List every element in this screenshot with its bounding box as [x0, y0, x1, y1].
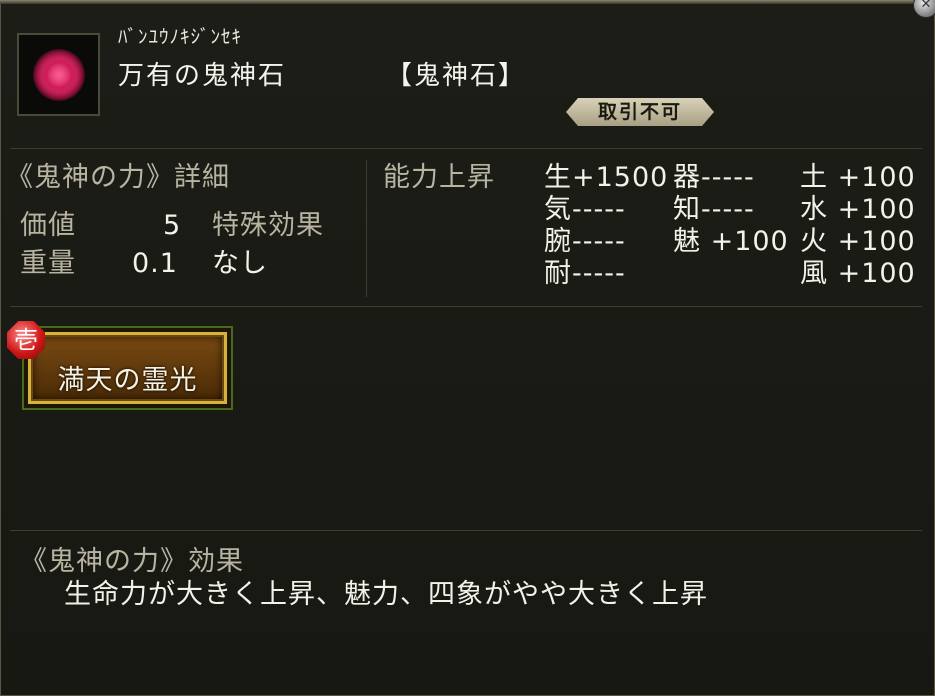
divider-top — [10, 148, 922, 149]
value-label: 価値 — [20, 210, 76, 241]
weight-label: 重量 — [20, 248, 76, 279]
divider-bottom — [10, 530, 922, 531]
effect-text: 生命力が大きく上昇、魅力、四象がやや大きく上昇 — [64, 579, 708, 610]
stat-fire: 火 +100 — [800, 226, 916, 257]
value-amount: 5 — [163, 210, 182, 241]
special-effect-value: なし — [212, 248, 268, 279]
skill-label: 満天の霊光 — [57, 365, 198, 396]
skill-button[interactable]: 満天の霊光 — [22, 326, 233, 410]
item-icon — [17, 33, 100, 116]
effect-heading: 《鬼神の力》効果 — [20, 546, 244, 577]
item-category: 【鬼神石】 — [386, 61, 527, 91]
skill-frame: 満天の霊光 — [28, 332, 227, 404]
stat-earth: 土 +100 — [800, 162, 916, 193]
stat-spirit: 気----- — [544, 194, 626, 225]
window-top-border — [0, 0, 935, 4]
stat-wind: 風 +100 — [800, 258, 916, 289]
details-heading: 《鬼神の力》詳細 — [6, 162, 230, 193]
divider-middle — [10, 306, 922, 307]
item-name: 万有の鬼神石 — [118, 61, 287, 91]
weight-amount: 0.1 — [132, 248, 178, 279]
stat-endurance: 耐----- — [544, 258, 626, 289]
stat-water: 水 +100 — [800, 194, 916, 225]
special-effect-label: 特殊効果 — [212, 210, 324, 241]
rank-badge: 壱 — [7, 321, 45, 359]
gem-icon — [33, 49, 85, 101]
stat-life: 生+1500 — [544, 162, 669, 193]
stat-charm: 魅 +100 — [673, 226, 789, 257]
trade-status-badge: 取引不可 — [566, 98, 714, 126]
divider-vertical — [366, 160, 367, 297]
stat-dexterity: 器----- — [673, 162, 755, 193]
item-reading: ﾊﾞﾝﾕｳﾉｷｼﾞﾝｾｷ — [118, 26, 243, 48]
stat-intellect: 知----- — [673, 194, 755, 225]
stat-strength: 腕----- — [544, 226, 626, 257]
stats-heading: 能力上昇 — [383, 162, 495, 193]
